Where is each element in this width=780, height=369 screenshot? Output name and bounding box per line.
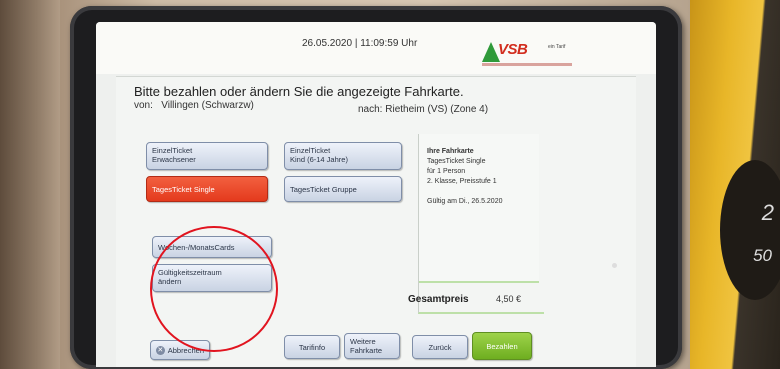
button-label-line1: EinzelTicket [290, 146, 331, 155]
top-bar: 26.05.2020 | 11:09:59 Uhr VSB ein Tarif [96, 22, 656, 74]
summary-validity: Gültig am Di., 26.5.2020 [427, 198, 503, 205]
summary-ticket-type: TagesTicket Single [427, 158, 486, 165]
machine-housing-left [0, 0, 60, 369]
total-price-label: Gesamtpreis [408, 294, 469, 305]
tarifinfo-button[interactable]: Tarifinfo [284, 335, 340, 359]
coin-label-50: 50 [753, 246, 772, 265]
pay-button[interactable]: Bezahlen [472, 332, 532, 360]
logo-tagline: ein Tarif [548, 44, 566, 50]
from-value: Villingen (Schwarzw) [161, 100, 254, 111]
tagesticket-single-button[interactable]: TagesTicket Single [146, 176, 268, 202]
close-icon: ✕ [156, 345, 165, 355]
button-label-line2: Kind (6-14 Jahre) [290, 155, 348, 164]
logo-underline [482, 63, 572, 66]
button-label: Bezahlen [486, 341, 518, 351]
button-label: Zurück [428, 342, 452, 352]
summary-persons: für 1 Person [427, 168, 466, 175]
ticket-summary: Ihre Fahrkarte TagesTicket Single für 1 … [418, 134, 539, 283]
back-button[interactable]: Zurück [412, 335, 468, 359]
button-label-line1: Weitere [350, 337, 376, 346]
vsb-logo: VSB ein Tarif [482, 41, 574, 70]
summary-class: 2. Klasse, Preisstufe 1 [427, 178, 497, 185]
tagesticket-gruppe-button[interactable]: TagesTicket Gruppe [284, 176, 402, 202]
annotation-circle [150, 226, 278, 352]
to-value: Rietheim (VS) (Zone 4) [385, 104, 489, 115]
button-label: TagesTicket Gruppe [290, 184, 357, 194]
datetime: 26.05.2020 | 11:09:59 Uhr [302, 38, 418, 49]
weitere-fahrkarte-button[interactable]: Weitere Fahrkarte [344, 333, 400, 359]
total-price-value: 4,50 € [496, 294, 522, 304]
button-label: Tarifinfo [298, 342, 326, 352]
destination-station: nach: Rietheim (VS) (Zone 4) [358, 104, 488, 115]
to-label: nach: [358, 104, 383, 115]
button-label: TagesTicket Single [152, 184, 215, 194]
logo-text: VSB [498, 41, 528, 58]
summary-title: Ihre Fahrkarte [427, 148, 474, 155]
button-label-line2: Erwachsener [152, 155, 196, 164]
total-price-area [418, 264, 544, 314]
button-label-line1: EinzelTicket [152, 146, 193, 155]
einzelticket-kind-button[interactable]: EinzelTicket Kind (6-14 Jahre) [284, 142, 402, 170]
origin-station: von: Villingen (Schwarzw) [134, 100, 254, 111]
button-label-line2: Fahrkarte [350, 346, 383, 355]
page-title: Bitte bezahlen oder ändern Sie die angez… [134, 84, 464, 99]
from-label: von: [134, 100, 153, 111]
einzelticket-erwachsener-button[interactable]: EinzelTicket Erwachsener [146, 142, 268, 170]
scroll-dot [612, 263, 617, 268]
coin-label-2: 2 [761, 200, 774, 225]
